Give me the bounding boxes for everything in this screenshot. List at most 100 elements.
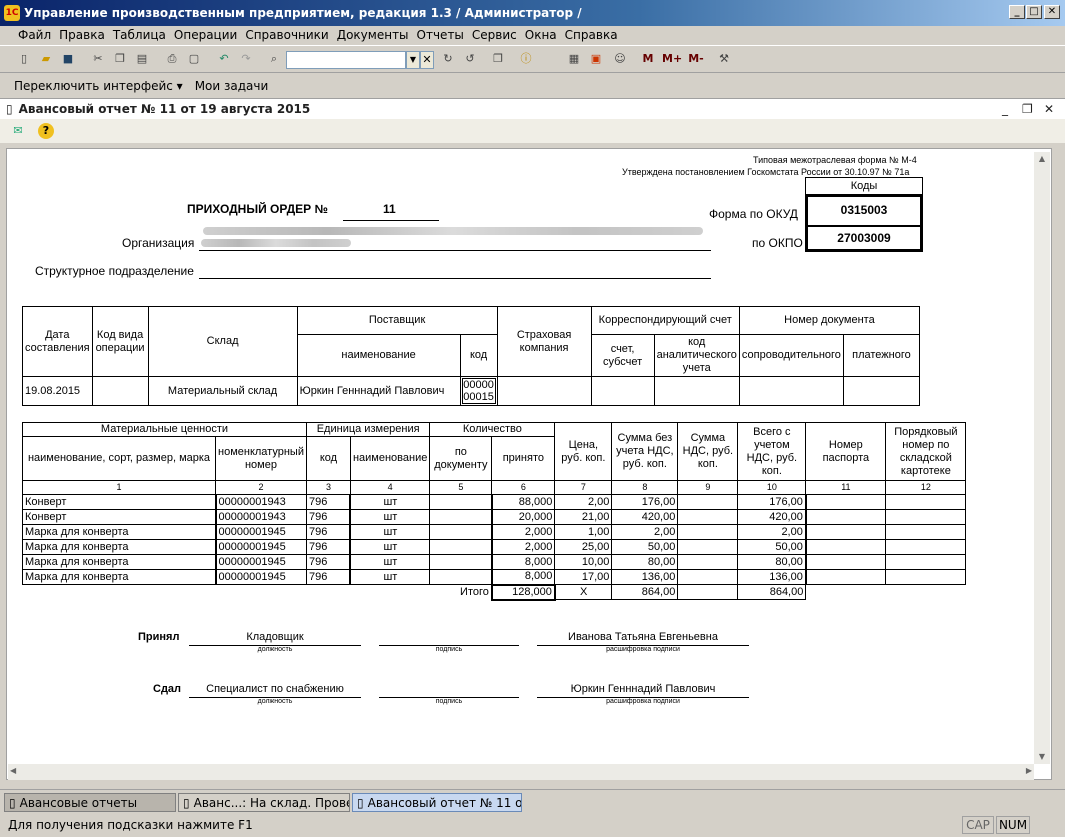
table-cell [677,539,739,555]
restore-doc-icon[interactable]: ❐ [1022,102,1033,116]
my-tasks-button[interactable]: Мои задачи [195,79,269,93]
windows-icon[interactable]: ❐ [490,51,506,67]
settings-icon[interactable]: ⚒ [716,51,732,67]
search-icon[interactable]: ⌕ [266,51,282,67]
cell-code-line1: 00000 [463,379,494,391]
table-cell: 136,00 [611,569,679,585]
document-icon: ▯ [6,102,13,116]
menu-edit[interactable]: Правка [59,28,105,42]
undo-icon[interactable]: ↶ [216,51,232,67]
total-price: X [554,584,613,600]
task-label: Авансовый отчет № 11 от 1... [367,795,522,810]
task-advance-report-11[interactable]: ▯Авансовый отчет № 11 от 1... [352,793,522,812]
save-icon[interactable]: ■ [60,51,76,67]
maximize-button[interactable]: □ [1026,5,1042,19]
menu-service[interactable]: Сервис [472,28,517,42]
form-header-approval: Утверждена постановлением Госкомстата Ро… [622,167,910,177]
task-advance-reports[interactable]: ▯ Авансовые отчеты [4,793,176,812]
paste-icon[interactable]: ▤ [134,51,150,67]
calendar-icon[interactable]: ▣ [588,51,604,67]
close-button[interactable]: ✕ [1044,5,1060,19]
header-supplier: Поставщик [296,306,498,335]
table-cell [805,524,887,540]
menu-help[interactable]: Справка [565,28,618,42]
menu-catalogs[interactable]: Справочники [245,28,328,42]
menu-windows[interactable]: Окна [525,28,557,42]
email-icon[interactable]: ✉ [10,123,26,139]
find-next-icon[interactable]: ↻ [440,51,456,67]
status-bar: Для получения подсказки нажмите F1 CAP N… [0,813,1065,837]
colnum: 2 [215,480,307,495]
vertical-scrollbar[interactable]: ▲ ▼ [1034,152,1050,764]
table-cell: 10,00 [554,554,613,570]
table-cell: 420,00 [611,509,679,525]
menu-documents[interactable]: Документы [337,28,409,42]
memory-plus-button[interactable]: M+ [662,51,682,67]
table-cell [429,524,493,540]
table-cell: 50,00 [611,539,679,555]
open-icon[interactable]: ▰ [38,51,54,67]
memory-minus-button[interactable]: M- [686,51,706,67]
header-operation-code: Код вида операции [91,306,149,377]
table-cell: Конверт [22,494,216,510]
menu-operations[interactable]: Операции [174,28,237,42]
header-date: Дата составления [22,306,93,377]
table-cell [885,539,967,555]
users-icon[interactable]: ☺ [612,51,628,67]
header-store: Склад [147,306,298,377]
calculator-icon[interactable]: ▦ [566,51,582,67]
printed-form: Типовая межотраслевая форма № М-4 Утверж… [6,148,1052,780]
accepted-label: Принял [138,631,180,643]
chevron-down-icon[interactable]: ▼ [406,51,420,69]
menu-reports[interactable]: Отчеты [417,28,464,42]
new-icon[interactable]: ▯ [16,51,32,67]
task-label: Аванс...: На склад. Проведен [193,795,349,810]
table-cell: 50,00 [737,539,807,555]
memory-button[interactable]: M [640,51,656,67]
codes-box: Коды 0315003 27003009 [805,177,923,252]
table-cell: 176,00 [737,494,807,510]
header-material-name: наименование, сорт, размер, марка [22,436,216,481]
task-advance-store[interactable]: ▯Аванс...: На склад. Проведен [178,793,350,812]
table-row: Марка для конверта 00000001945 796 шт 2,000 2… [22,539,967,555]
switch-interface-button[interactable]: Переключить интерфейс ▾ [14,79,183,93]
cut-icon[interactable]: ✂ [90,51,106,67]
preview-icon[interactable]: ▢ [186,51,202,67]
header-payment: платежного [842,334,920,377]
colnum: 1 [22,480,216,495]
menu-table[interactable]: Таблица [113,28,166,42]
close-doc-icon[interactable]: ✕ [1044,102,1054,116]
table-row: Марка для конверта 00000001945 796 шт 2,000 1… [22,524,967,540]
colnum: 4 [349,480,431,495]
redo-icon[interactable]: ↷ [238,51,254,67]
table-cell: 20,000 [490,509,556,525]
print-icon[interactable]: ⎙ [164,51,180,67]
search-input[interactable] [286,51,406,69]
find-prev-icon[interactable]: ↺ [462,51,478,67]
table-cell [677,569,739,585]
table-cell: 17,00 [554,569,613,585]
horizontal-scrollbar[interactable]: ◀ ▶ [8,764,1034,780]
clear-search-icon[interactable]: ✕ [420,51,434,69]
header-unit-name: наименование [349,436,431,481]
table-cell: 420,00 [737,509,807,525]
status-hint: Для получения подсказки нажмите F1 [8,818,253,832]
table-cell [885,524,967,540]
minimize-doc-icon[interactable]: _ [1002,102,1008,116]
copy-icon[interactable]: ❐ [112,51,128,67]
caption-position: должность [257,698,293,705]
table-cell: 25,00 [554,539,613,555]
minimize-button[interactable]: _ [1009,5,1025,19]
table-cell [429,509,493,525]
total-quantity: 128,000 [490,583,556,601]
table-cell: 2,00 [611,524,679,540]
info-icon[interactable]: ⓘ [518,51,534,67]
table-cell [677,554,739,570]
table-row: Марка для конверта 00000001945 796 шт 8,000 1… [22,569,967,585]
cell-supplier: Юркин Генннадий Павлович [296,376,461,406]
header-subaccount: счет, субсчет [590,334,655,377]
order-title: ПРИХОДНЫЙ ОРДЕР № [187,202,328,216]
help-button[interactable]: ? [38,123,54,139]
handed-name: Юркин Генннадий Павлович [570,683,716,695]
menu-file[interactable]: Файл [18,28,51,42]
